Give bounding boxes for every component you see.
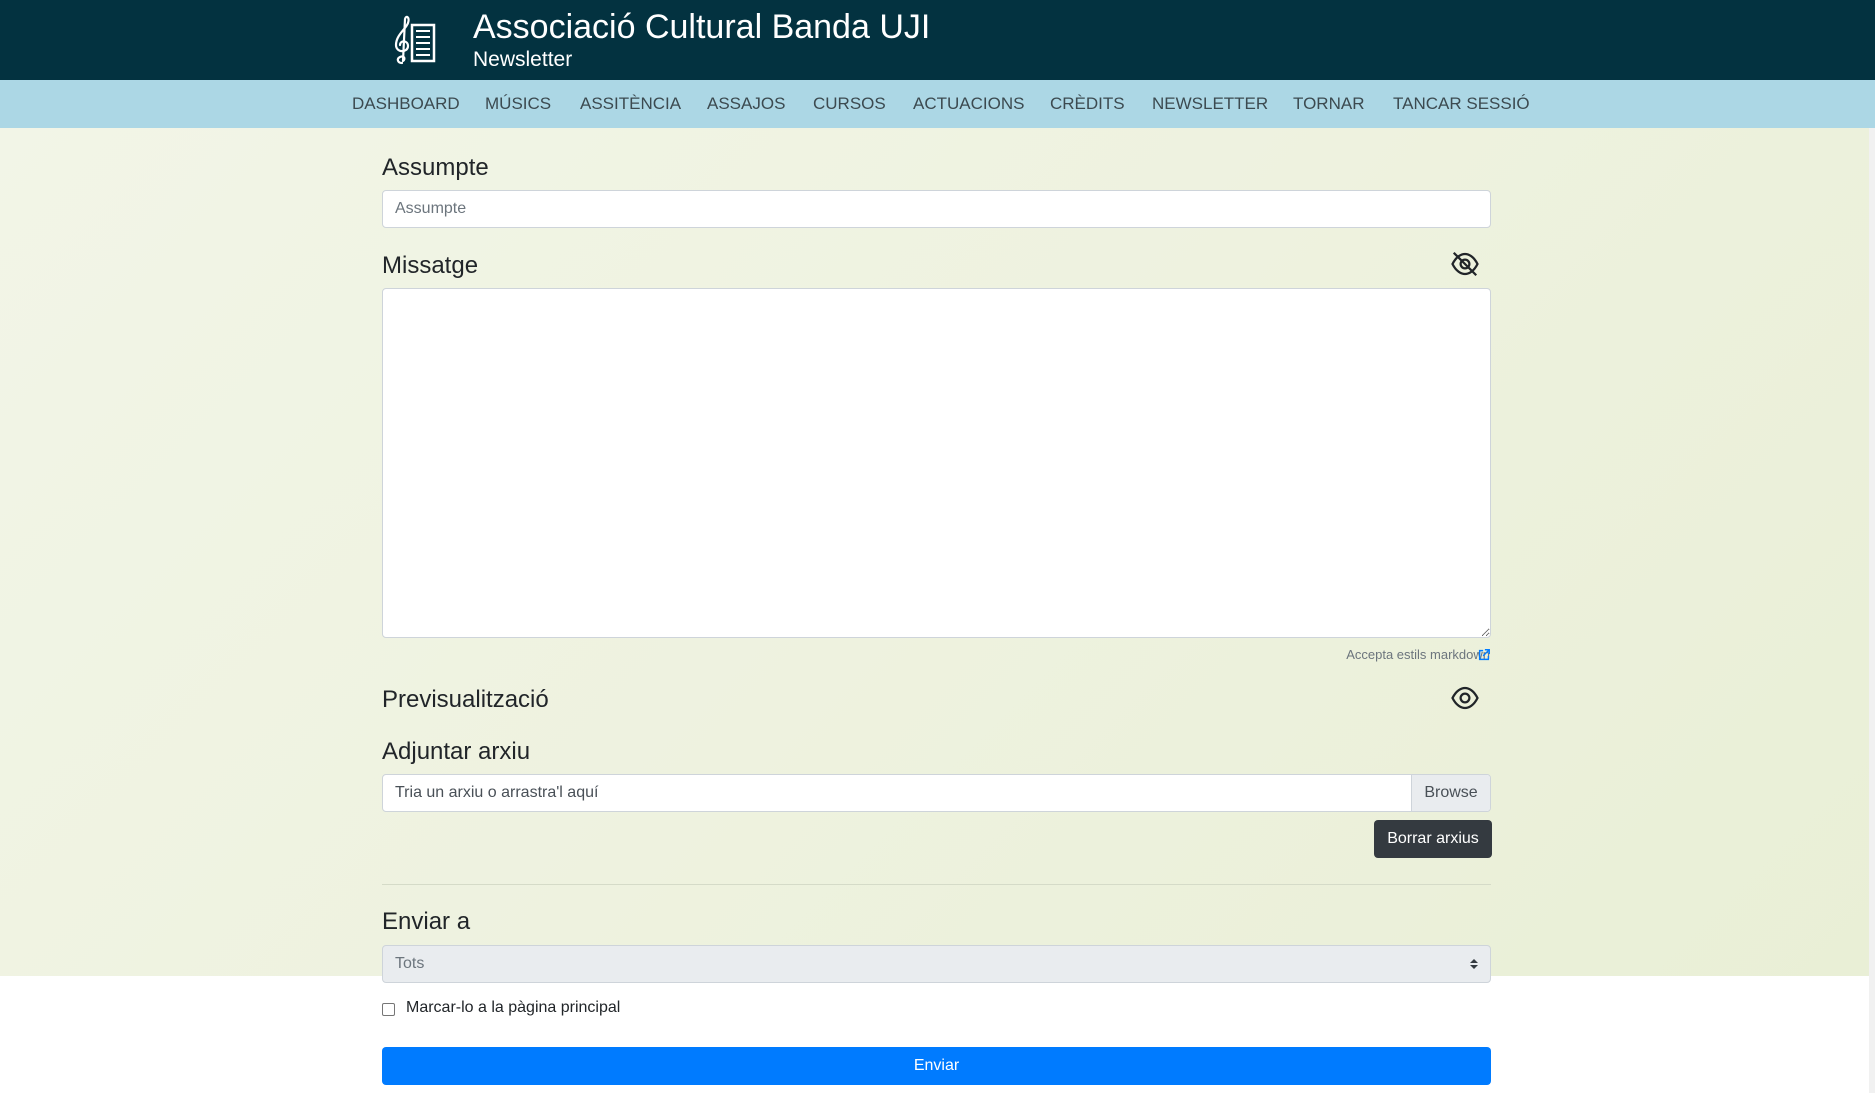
nav-item-cursos[interactable]: CURSOS [813, 80, 886, 128]
recipients-label: Enviar a [382, 908, 471, 935]
markdown-hint: Accepta estils markdown [1346, 647, 1490, 662]
eye-off-icon[interactable] [1450, 249, 1480, 279]
recipients-select[interactable]: Tots [382, 945, 1491, 983]
nav-item-tornar[interactable]: TORNAR [1293, 80, 1364, 128]
send-button[interactable]: Enviar [382, 1047, 1491, 1085]
pin-checkbox[interactable] [382, 1003, 395, 1016]
select-caret-icon [1470, 959, 1478, 969]
nav-item-credits[interactable]: CRÈDITS [1050, 80, 1125, 128]
app-title: Associació Cultural Banda UJI [473, 8, 931, 46]
pin-checkbox-label[interactable]: Marcar-lo a la pàgina principal [406, 999, 620, 1017]
nav-item-assajos[interactable]: ASSAJOS [707, 80, 785, 128]
preview-label: Previsualització [382, 686, 549, 713]
subject-label: Assumpte [382, 154, 489, 181]
eye-icon[interactable] [1450, 683, 1480, 713]
subject-input[interactable] [382, 190, 1491, 228]
nav-item-musics[interactable]: MÚSICS [485, 80, 551, 128]
nav-item-actuacions[interactable]: ACTUACIONS [913, 80, 1024, 128]
file-input-placeholder: Tria un arxiu o arrastra'l aquí [395, 784, 599, 801]
nav-item-tancar-sessio[interactable]: TANCAR SESSIÓ [1393, 80, 1530, 128]
message-textarea[interactable] [382, 288, 1491, 638]
section-divider [382, 884, 1491, 885]
browse-button[interactable]: Browse [1411, 775, 1490, 811]
clear-files-button[interactable]: Borrar arxius [1374, 820, 1492, 858]
external-link-icon[interactable] [1477, 648, 1491, 662]
recipients-selected-value: Tots [395, 955, 425, 972]
page-scrollbar[interactable] [1869, 128, 1875, 1093]
attachment-label: Adjuntar arxiu [382, 738, 531, 765]
message-label: Missatge [382, 252, 479, 279]
file-input[interactable]: Tria un arxiu o arrastra'l aquí Browse [382, 774, 1491, 812]
music-stand-treble-clef-icon [394, 15, 436, 65]
page-subtitle: Newsletter [473, 48, 573, 71]
nav-item-dashboard[interactable]: DASHBOARD [352, 80, 460, 128]
main-nav: DASHBOARD MÚSICS ASSITÈNCIA ASSAJOS CURS… [0, 80, 1875, 128]
nav-item-newsletter[interactable]: NEWSLETTER [1152, 80, 1268, 128]
nav-item-assistencia[interactable]: ASSITÈNCIA [580, 80, 681, 128]
app-header: Associació Cultural Banda UJI Newsletter [0, 0, 1875, 80]
